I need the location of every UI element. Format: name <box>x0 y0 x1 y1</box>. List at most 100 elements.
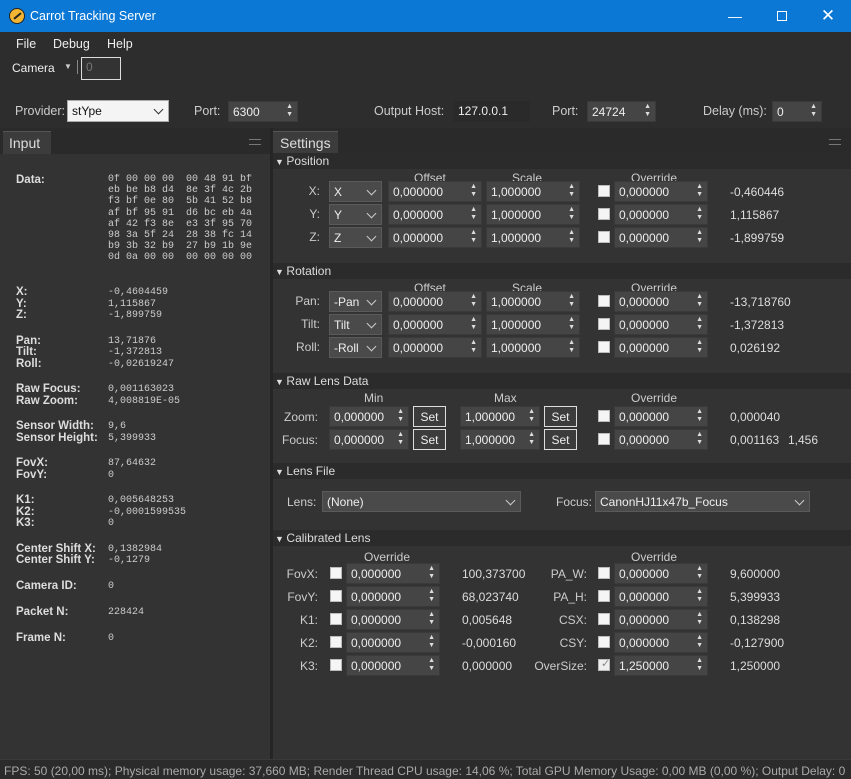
override-checkbox[interactable] <box>330 613 342 625</box>
menu-debug[interactable]: Debug <box>53 37 90 51</box>
spin-arrows-icon[interactable]: ▲ ▼ <box>428 657 435 673</box>
override-checkbox[interactable] <box>598 410 610 422</box>
override-checkbox[interactable] <box>598 433 610 445</box>
lens-file-section-header[interactable]: ▼ Lens File <box>273 463 851 479</box>
override-checkbox[interactable] <box>598 636 610 648</box>
provider-combo[interactable]: stYpe <box>67 100 169 122</box>
calibrated-override-spinbox[interactable]: 0,000000 ▲ ▼ <box>346 632 440 653</box>
spin-arrows-icon[interactable]: ▲ ▼ <box>470 316 477 332</box>
offset-spinbox[interactable]: 0,000000 ▲ ▼ <box>388 227 482 248</box>
spin-arrows-icon[interactable]: ▲ ▼ <box>470 183 477 199</box>
spin-arrows-icon[interactable]: ▲ ▼ <box>696 229 703 245</box>
scale-spinbox[interactable]: 1,000000 ▲ ▼ <box>486 181 580 202</box>
lens-combo[interactable]: (None) <box>322 491 521 512</box>
camera-input[interactable]: 0 <box>81 57 121 80</box>
focus-combo[interactable]: CanonHJ11x47b_Focus <box>595 491 810 512</box>
spin-arrows-icon[interactable]: ▲ ▼ <box>696 611 703 627</box>
override-spinbox[interactable]: 0,000000 ▲ ▼ <box>614 406 708 427</box>
position-section-header[interactable]: ▼ Position <box>273 153 851 169</box>
spin-arrows-icon[interactable]: ▲ ▼ <box>470 339 477 355</box>
spin-arrows-icon[interactable]: ▲ ▼ <box>696 316 703 332</box>
spin-arrows-icon[interactable]: ▲ ▼ <box>568 339 575 355</box>
rotation-axis-combo[interactable]: -Pan <box>329 291 382 312</box>
min-spinbox[interactable]: 0,000000 ▲ ▼ <box>329 429 409 450</box>
camera-dropdown-icon[interactable]: ▼ <box>64 62 72 71</box>
spin-arrows-icon[interactable]: ▲ ▼ <box>696 657 703 673</box>
override-checkbox[interactable] <box>598 590 610 602</box>
rotation-axis-combo[interactable]: Tilt <box>329 314 382 335</box>
set-min-button[interactable]: Set <box>413 429 446 450</box>
spin-arrows-icon[interactable]: ▲ ▼ <box>470 229 477 245</box>
spin-arrows-icon[interactable]: ▲ ▼ <box>428 588 435 604</box>
maximize-button[interactable] <box>759 0 805 32</box>
override-checkbox[interactable] <box>330 659 342 671</box>
close-button[interactable]: ✕ <box>805 0 851 32</box>
spin-arrows-icon[interactable]: ▲ ▼ <box>397 431 404 447</box>
calibrated-override-spinbox[interactable]: 0,000000 ▲ ▼ <box>346 609 440 630</box>
min-spinbox[interactable]: 0,000000 ▲ ▼ <box>329 406 409 427</box>
output-port-spinbox[interactable]: 24724 ▲ ▼ <box>587 101 656 122</box>
spin-arrows-icon[interactable]: ▲ ▼ <box>528 431 535 447</box>
scale-spinbox[interactable]: 1,000000 ▲ ▼ <box>486 291 580 312</box>
override-spinbox[interactable]: 0,000000 ▲ ▼ <box>614 204 708 225</box>
spin-arrows-icon[interactable]: ▲ ▼ <box>696 206 703 222</box>
scale-spinbox[interactable]: 1,000000 ▲ ▼ <box>486 204 580 225</box>
spin-arrows-icon[interactable]: ▲ ▼ <box>470 206 477 222</box>
spin-arrows-icon[interactable]: ▲ ▼ <box>696 565 703 581</box>
set-max-button[interactable]: Set <box>544 406 577 427</box>
override-checkbox[interactable] <box>330 636 342 648</box>
override-spinbox[interactable]: 0,000000 ▲ ▼ <box>614 181 708 202</box>
spin-arrows-icon[interactable]: ▲ ▼ <box>810 103 817 119</box>
calibrated-override-spinbox[interactable]: 0,000000 ▲ ▼ <box>614 563 708 584</box>
spin-arrows-icon[interactable]: ▲ ▼ <box>696 183 703 199</box>
offset-spinbox[interactable]: 0,000000 ▲ ▼ <box>388 291 482 312</box>
override-spinbox[interactable]: 0,000000 ▲ ▼ <box>614 314 708 335</box>
spin-arrows-icon[interactable]: ▲ ▼ <box>286 103 293 119</box>
offset-spinbox[interactable]: 0,000000 ▲ ▼ <box>388 314 482 335</box>
calibrated-override-spinbox[interactable]: 0,000000 ▲ ▼ <box>614 586 708 607</box>
spin-arrows-icon[interactable]: ▲ ▼ <box>696 408 703 424</box>
offset-spinbox[interactable]: 0,000000 ▲ ▼ <box>388 204 482 225</box>
override-checkbox[interactable] <box>330 590 342 602</box>
override-checkbox[interactable]: ✓ <box>598 658 610 671</box>
max-spinbox[interactable]: 1,000000 ▲ ▼ <box>460 429 540 450</box>
spin-arrows-icon[interactable]: ▲ ▼ <box>528 408 535 424</box>
minimize-button[interactable]: — <box>712 0 758 32</box>
delay-spinbox[interactable]: 0 ▲ ▼ <box>772 101 822 122</box>
override-spinbox[interactable]: 0,000000 ▲ ▼ <box>614 227 708 248</box>
calibrated-override-spinbox[interactable]: 0,000000 ▲ ▼ <box>614 609 708 630</box>
scale-spinbox[interactable]: 1,000000 ▲ ▼ <box>486 337 580 358</box>
position-axis-combo[interactable]: Z <box>329 227 382 248</box>
spin-arrows-icon[interactable]: ▲ ▼ <box>428 565 435 581</box>
set-max-button[interactable]: Set <box>544 429 577 450</box>
calibrated-override-spinbox[interactable]: 0,000000 ▲ ▼ <box>346 655 440 676</box>
spin-arrows-icon[interactable]: ▲ ▼ <box>696 588 703 604</box>
spin-arrows-icon[interactable]: ▲ ▼ <box>696 293 703 309</box>
calibrated-override-spinbox[interactable]: 0,000000 ▲ ▼ <box>346 586 440 607</box>
spin-arrows-icon[interactable]: ▲ ▼ <box>397 408 404 424</box>
max-spinbox[interactable]: 1,000000 ▲ ▼ <box>460 406 540 427</box>
calibrated-override-spinbox[interactable]: 1,250000 ▲ ▼ <box>614 655 708 676</box>
override-checkbox[interactable] <box>598 613 610 625</box>
offset-spinbox[interactable]: 0,000000 ▲ ▼ <box>388 181 482 202</box>
panel-menu-icon[interactable] <box>249 139 261 145</box>
output-host-input[interactable]: 127.0.0.1 <box>453 101 530 122</box>
override-checkbox[interactable] <box>598 341 610 353</box>
spin-arrows-icon[interactable]: ▲ ▼ <box>568 206 575 222</box>
override-checkbox[interactable] <box>598 318 610 330</box>
raw-lens-section-header[interactable]: ▼ Raw Lens Data <box>273 373 851 389</box>
rotation-section-header[interactable]: ▼ Rotation <box>273 263 851 279</box>
tab-settings[interactable]: Settings <box>273 131 338 154</box>
spin-arrows-icon[interactable]: ▲ ▼ <box>428 634 435 650</box>
scale-spinbox[interactable]: 1,000000 ▲ ▼ <box>486 227 580 248</box>
spin-arrows-icon[interactable]: ▲ ▼ <box>696 431 703 447</box>
override-checkbox[interactable] <box>598 231 610 243</box>
spin-arrows-icon[interactable]: ▲ ▼ <box>470 293 477 309</box>
override-checkbox[interactable] <box>598 208 610 220</box>
spin-arrows-icon[interactable]: ▲ ▼ <box>568 293 575 309</box>
spin-arrows-icon[interactable]: ▲ ▼ <box>696 339 703 355</box>
spin-arrows-icon[interactable]: ▲ ▼ <box>644 103 651 119</box>
override-spinbox[interactable]: 0,000000 ▲ ▼ <box>614 337 708 358</box>
rotation-axis-combo[interactable]: -Roll <box>329 337 382 358</box>
override-checkbox[interactable] <box>598 567 610 579</box>
